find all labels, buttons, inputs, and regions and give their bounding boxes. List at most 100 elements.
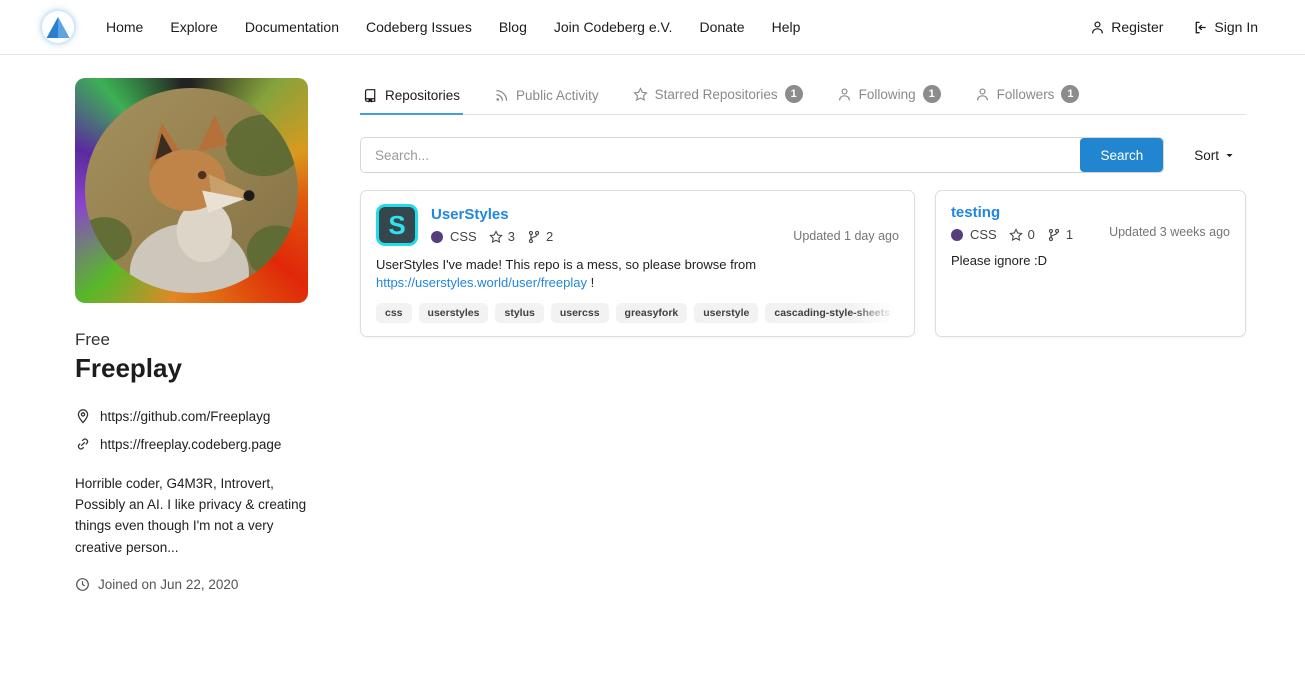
username: Freeplay: [75, 353, 308, 384]
repo-description-link[interactable]: https://userstyles.world/user/freeplay: [376, 275, 587, 290]
tab-repositories[interactable]: Repositories: [360, 81, 463, 115]
repo-updated: Updated 1 day ago: [793, 229, 899, 246]
star-icon: [633, 87, 648, 102]
following-count-badge: 1: [923, 85, 941, 103]
tab-followers[interactable]: Followers 1: [972, 78, 1083, 115]
star-icon: [489, 230, 503, 244]
language-label: CSS: [970, 227, 997, 242]
person-icon: [975, 87, 990, 102]
location-text[interactable]: https://github.com/Freeplayg: [100, 409, 270, 424]
nav-auth-area: Register Sign In: [1090, 19, 1258, 35]
search-group: Search: [360, 137, 1164, 173]
rss-icon: [494, 88, 509, 103]
repo-icon: [363, 88, 378, 103]
topic-pill[interactable]: css: [376, 303, 412, 323]
repo-meta-row: CSS 0 1: [951, 227, 1073, 242]
fork-count: 1: [1066, 227, 1073, 242]
clock-icon: [75, 577, 90, 592]
profile-bio: Horrible coder, G4M3R, Introvert, Possib…: [75, 473, 308, 558]
topic-pill[interactable]: greasyfork: [616, 303, 688, 323]
topic-pill[interactable]: cascading-style-sheets: [765, 303, 899, 323]
profile-sidebar: Free Freeplay https://github.com/Freepla…: [75, 78, 308, 592]
tab-label: Repositories: [385, 88, 460, 103]
profile-tabs: Repositories Public Activity Starred Rep…: [360, 78, 1246, 115]
repo-list: S UserStyles CSS 3: [360, 190, 1246, 337]
website-text[interactable]: https://freeplay.codeberg.page: [100, 437, 281, 452]
repo-name-link[interactable]: UserStyles: [431, 206, 553, 223]
user-avatar[interactable]: [75, 78, 308, 303]
sign-in-label: Sign In: [1214, 19, 1258, 35]
repo-title-block: UserStyles CSS 3: [431, 204, 553, 246]
search-button[interactable]: Search: [1080, 138, 1163, 172]
nav-item-blog[interactable]: Blog: [499, 19, 527, 35]
sort-label: Sort: [1194, 148, 1219, 163]
tab-label: Starred Repositories: [655, 87, 778, 102]
repo-description: Please ignore :D: [951, 252, 1230, 270]
joined-text: Joined on Jun 22, 2020: [98, 577, 238, 592]
display-name: Free: [75, 330, 308, 350]
register-button[interactable]: Register: [1090, 19, 1163, 35]
followers-count-badge: 1: [1061, 85, 1079, 103]
nav-item-help[interactable]: Help: [772, 19, 801, 35]
git-branch-icon: [1047, 228, 1061, 242]
repo-avatar: S: [376, 204, 418, 246]
website-row: https://freeplay.codeberg.page: [75, 436, 308, 452]
nav-item-donate[interactable]: Donate: [699, 19, 744, 35]
nav-links: Home Explore Documentation Codeberg Issu…: [106, 19, 800, 35]
star-count: 3: [508, 229, 515, 244]
joined-row: Joined on Jun 22, 2020: [75, 577, 308, 592]
codeberg-logo-icon[interactable]: [42, 11, 74, 43]
tab-label: Following: [859, 87, 916, 102]
sort-dropdown[interactable]: Sort: [1194, 148, 1246, 163]
repo-card-userstyles: S UserStyles CSS 3: [360, 190, 915, 337]
main-content: Repositories Public Activity Starred Rep…: [360, 78, 1246, 592]
topic-pill[interactable]: stylus: [495, 303, 543, 323]
profile-page: Free Freeplay https://github.com/Freepla…: [0, 55, 1305, 592]
avatar-fox-image: [85, 88, 298, 293]
topic-pill[interactable]: usercss: [551, 303, 609, 323]
repo-updated: Updated 3 weeks ago: [1109, 225, 1230, 242]
tab-starred-repositories[interactable]: Starred Repositories 1: [630, 78, 806, 115]
search-input[interactable]: [361, 138, 1080, 172]
repo-card-header: S UserStyles CSS 3: [376, 204, 899, 246]
location-pin-icon: [75, 408, 91, 424]
starred-count-badge: 1: [785, 85, 803, 103]
tab-label: Followers: [997, 87, 1055, 102]
person-icon: [1090, 20, 1105, 35]
topic-pill[interactable]: userstyle: [694, 303, 758, 323]
tab-public-activity[interactable]: Public Activity: [491, 81, 602, 115]
repo-avatar-letter: S: [388, 212, 405, 238]
fork-count: 2: [546, 229, 553, 244]
git-branch-icon: [527, 230, 541, 244]
sign-in-button[interactable]: Sign In: [1193, 19, 1258, 35]
repo-topics: css userstyles stylus usercss greasyfork…: [376, 303, 899, 323]
topic-pill[interactable]: userstyles: [419, 303, 489, 323]
tab-following[interactable]: Following 1: [834, 78, 944, 115]
star-icon: [1009, 228, 1023, 242]
person-icon: [837, 87, 852, 102]
repo-meta-row: CSS 3 2: [431, 229, 553, 244]
repo-description-text: UserStyles I've made! This repo is a mes…: [376, 257, 756, 272]
repo-name-link[interactable]: testing: [951, 204, 1073, 221]
top-navbar: Home Explore Documentation Codeberg Issu…: [0, 0, 1305, 55]
repo-description: UserStyles I've made! This repo is a mes…: [376, 256, 899, 292]
nav-item-documentation[interactable]: Documentation: [245, 19, 339, 35]
language-dot-icon: [431, 231, 443, 243]
language-label: CSS: [450, 229, 477, 244]
repo-card-header: testing CSS 0: [951, 204, 1230, 242]
nav-item-join-codeberg[interactable]: Join Codeberg e.V.: [554, 19, 673, 35]
repo-search-row: Search Sort: [360, 137, 1246, 173]
star-count: 0: [1028, 227, 1035, 242]
repo-title-block: testing CSS 0: [951, 204, 1073, 242]
nav-item-home[interactable]: Home: [106, 19, 143, 35]
nav-item-explore[interactable]: Explore: [170, 19, 217, 35]
tab-label: Public Activity: [516, 88, 599, 103]
repo-card-testing: testing CSS 0: [935, 190, 1246, 337]
repo-description-suffix: !: [591, 275, 595, 290]
chevron-down-icon: [1225, 151, 1234, 160]
location-row: https://github.com/Freeplayg: [75, 408, 308, 424]
repo-description-text: Please ignore :D: [951, 253, 1047, 268]
nav-item-codeberg-issues[interactable]: Codeberg Issues: [366, 19, 472, 35]
register-label: Register: [1111, 19, 1163, 35]
sign-in-icon: [1193, 20, 1208, 35]
